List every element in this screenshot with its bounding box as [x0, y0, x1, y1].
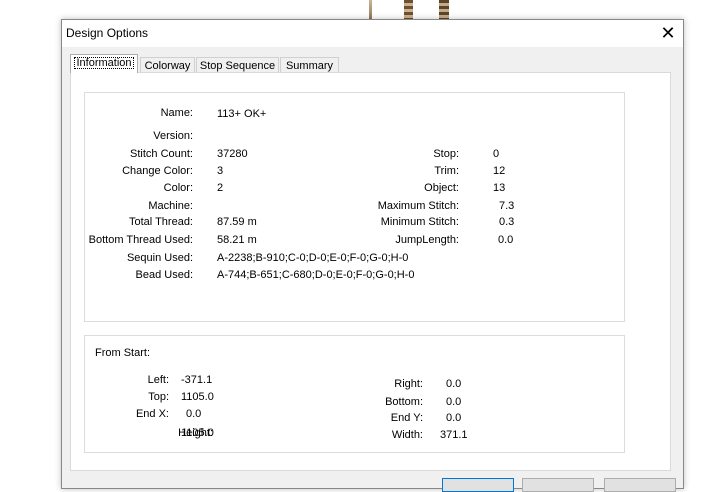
from-start-group: From Start: Left: -371.1 Top: 1105.0 End…: [84, 335, 625, 453]
maximum-stitch-label: Maximum Stitch:: [377, 200, 459, 212]
trim-label: Trim:: [434, 165, 459, 177]
width-value: 371.1: [440, 429, 468, 441]
top-label: Top:: [148, 391, 169, 403]
sequin-used-label: Sequin Used:: [126, 252, 193, 264]
change-color-label: Change Color:: [122, 165, 193, 177]
end-x-value: 0.0: [186, 408, 202, 420]
end-x-label: End X:: [135, 408, 169, 420]
tab-label: Information: [74, 57, 134, 69]
left-label: Left:: [147, 374, 169, 386]
jump-length-value: 0.0: [498, 234, 514, 246]
right-label: Right:: [394, 378, 423, 390]
bottom-thread-label: Bottom Thread Used:: [88, 234, 193, 246]
dialog-title: Design Options: [66, 26, 149, 40]
bead-used-value: A-744;B-651;C-680;D-0;E-0;F-0;G-0;H-0: [217, 269, 415, 281]
close-button[interactable]: ✕: [653, 20, 683, 47]
name-label: Name:: [160, 107, 193, 119]
design-info-group: Name: 113+ OK+ Version: Stitch Count: 37…: [84, 92, 625, 322]
background-thread-decoration: [439, 0, 449, 20]
object-label: Object:: [424, 182, 459, 194]
bottom-label: Bottom:: [385, 396, 423, 408]
tab-label: Stop Sequence: [199, 60, 276, 72]
stop-value: 0: [493, 148, 500, 160]
object-value: 13: [493, 182, 506, 194]
design-options-dialog: Design Options ✕ Information Colorway St…: [61, 19, 684, 489]
cancel-button[interactable]: [522, 478, 594, 492]
background-thread-decoration: [369, 0, 372, 20]
height-value: 1105.0: [181, 427, 214, 439]
jump-length-label: JumpLength:: [395, 234, 459, 246]
tab-colorway[interactable]: Colorway: [140, 57, 195, 73]
close-icon: ✕: [660, 23, 676, 43]
change-color-value: 3: [217, 165, 224, 177]
tab-label: Summary: [285, 60, 334, 72]
sequin-used-value: A-2238;B-910;C-0;D-0;E-0;F-0;G-0;H-0: [217, 252, 409, 264]
end-y-label: End Y:: [390, 412, 423, 424]
apply-button[interactable]: [604, 478, 676, 492]
background-thread-decoration: [404, 0, 413, 20]
bottom-value: 0.0: [446, 396, 462, 408]
maximum-stitch-value: 7.3: [499, 200, 515, 212]
bead-used-label: Bead Used:: [135, 269, 193, 281]
information-page: Name: 113+ OK+ Version: Stitch Count: 37…: [70, 72, 671, 471]
trim-value: 12: [493, 165, 506, 177]
color-value: 2: [217, 182, 224, 194]
from-start-title: From Start:: [95, 347, 151, 359]
minimum-stitch-value: 0.3: [499, 216, 515, 228]
name-value: 113+ OK+: [217, 108, 267, 120]
top-value: 1105.0: [181, 391, 214, 403]
version-label: Version:: [153, 130, 193, 142]
total-thread-label: Total Thread:: [128, 216, 193, 228]
end-y-value: 0.0: [446, 412, 462, 424]
total-thread-value: 87.59 m: [217, 216, 257, 228]
tab-stop-sequence[interactable]: Stop Sequence: [196, 57, 279, 73]
bottom-thread-value: 58.21 m: [217, 234, 257, 246]
machine-label: Machine:: [148, 200, 193, 212]
title-bar: Design Options ✕: [62, 20, 683, 47]
width-label: Width:: [391, 429, 423, 441]
tab-information[interactable]: Information: [70, 54, 138, 73]
left-value: -371.1: [181, 374, 213, 386]
ok-button[interactable]: [442, 478, 514, 492]
right-value: 0.0: [446, 378, 462, 390]
stitch-count-label: Stitch Count:: [130, 148, 193, 160]
tab-label: Colorway: [144, 60, 191, 72]
tab-summary[interactable]: Summary: [280, 57, 339, 73]
color-label: Color:: [163, 182, 193, 194]
stop-label: Stop:: [433, 148, 459, 160]
stitch-count-value: 37280: [217, 148, 248, 160]
minimum-stitch-label: Minimum Stitch:: [380, 216, 459, 228]
